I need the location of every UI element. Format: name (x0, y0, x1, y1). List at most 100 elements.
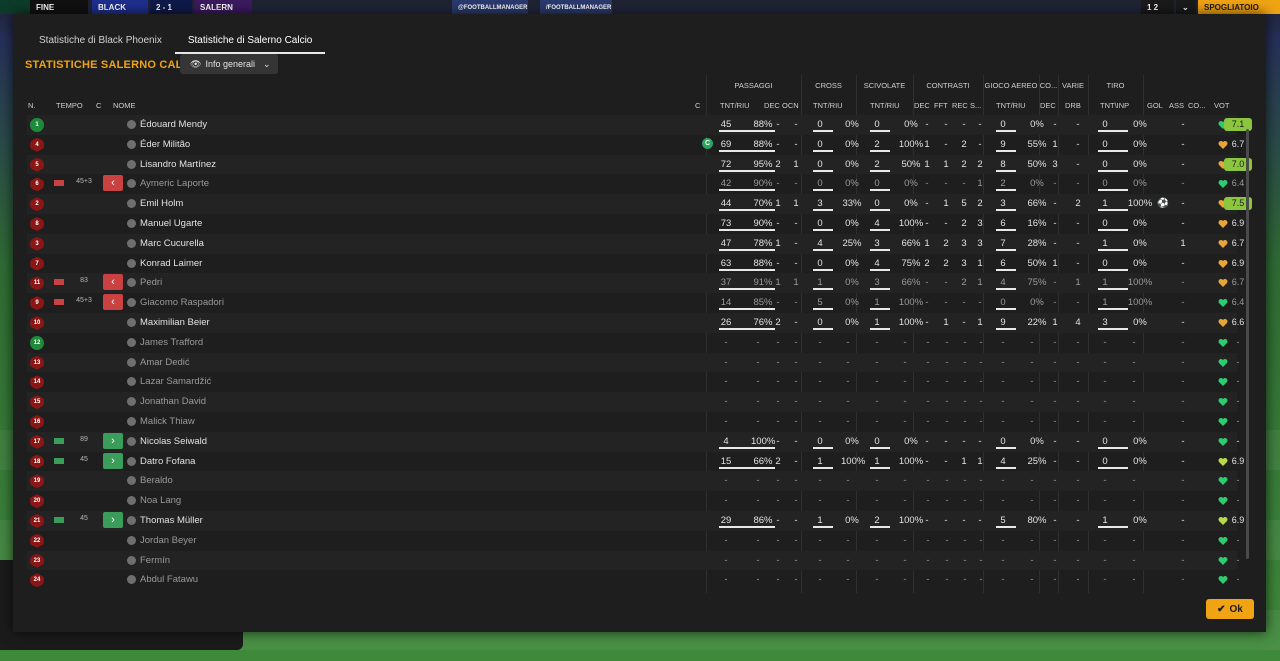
player-icon (127, 238, 136, 248)
table-row[interactable]: 24 Abdul Fatawu - - - - - - - - - - - - - - - - - - - - (27, 570, 1240, 590)
empty-stat: - (1132, 356, 1136, 368)
sub-out-button[interactable]: ‹ (103, 294, 123, 311)
table-row[interactable]: 10 Maximilian Beier 26 76% 2-0 0% 1 100% -1-1 9 22… (27, 312, 1244, 333)
player-name[interactable]: Aymeric Laporte (140, 178, 209, 189)
player-name[interactable]: Giacomo Raspadori (140, 297, 224, 308)
sub-in-button[interactable]: › (103, 432, 123, 449)
tackle-attempts: 0 (874, 435, 880, 447)
table-row[interactable]: 16 Malick Thiaw - - - - - - - - - - - - - - - - - - - - (27, 412, 1240, 432)
table-row[interactable]: 1 Édouard Mendy 45 88% - -0 0% 0 0% - - - -0 0% - -0 0% -… (27, 115, 1252, 135)
player-name[interactable]: Emil Holm (140, 198, 183, 209)
sub-in-button[interactable]: › (103, 511, 123, 528)
table-row[interactable]: 6 ‹ 45+3 Aymeric Laporte 42 90% - -0 0% 0 0% - - -1 2 0… (27, 174, 1244, 194)
col-tempo[interactable]: TEMPO (56, 101, 83, 111)
player-name[interactable]: Datro Fofana (140, 456, 195, 467)
col-co-dec[interactable]: DEC (1040, 101, 1056, 111)
col-pass-tnt-riu[interactable]: TNT/RIU (720, 101, 750, 111)
player-name[interactable]: Amar Dedić (140, 357, 190, 368)
table-row[interactable]: 12 James Trafford - - - - - - - - - - - - - - - - - - - - (27, 333, 1240, 353)
col-vot[interactable]: VOT (1214, 101, 1229, 111)
player-name[interactable]: Lazar Samardžić (140, 376, 211, 387)
col-gol[interactable]: GOL (1147, 101, 1163, 111)
ok-button[interactable]: ✔ Ok (1206, 599, 1254, 619)
sub-out-button[interactable]: ‹ (103, 175, 123, 192)
table-row[interactable]: 13 Amar Dedić - - - - - - - - - - - - - - - - - - - - (27, 352, 1240, 373)
table-row[interactable]: 5 Lisandro Martínez 72 95% 2 1 0 0% 2 50% 1 1 2 2 8 50%… (27, 154, 1252, 175)
col-nome[interactable]: NOME (113, 101, 136, 111)
table-row[interactable]: 9 ‹ 45+3 Giacomo Raspadori 14 85% - -5 0% 1 100% - -… (27, 293, 1244, 313)
player-name[interactable]: Konrad Laimer (140, 258, 202, 269)
table-row[interactable]: 7 Konrad Laimer 63 88% - -0 0% 4 75% 2 2 3 1 6 50% 1-0 0… (27, 254, 1244, 274)
player-name[interactable]: Manuel Ugarte (140, 218, 202, 229)
col-ass[interactable]: ASS (1169, 101, 1184, 111)
col-aer-tnt-riu[interactable]: TNT/RIU (996, 101, 1026, 111)
stat-underline (1098, 327, 1128, 330)
col-tiro-tnt-inp[interactable]: TNT\INP (1100, 101, 1129, 111)
col-drb[interactable]: DRB (1065, 101, 1081, 111)
player-name[interactable]: Malick Thiaw (140, 416, 195, 427)
player-name[interactable]: Marc Cucurella (140, 238, 204, 249)
col-pass-ocn[interactable]: OCN (782, 101, 799, 111)
player-name[interactable]: Pedri (140, 277, 162, 288)
table-row[interactable]: 18 › 45 Datro Fofana 15 66% 2-1 100% 1 100% - -1 1 4 2… (27, 452, 1244, 472)
player-name[interactable]: Jonathan David (140, 396, 206, 407)
table-row[interactable]: 17 › 89 Nicolas Seiwald 4 100% - -0 0% 0 0% - - - -0 0%… (27, 431, 1240, 452)
table-row[interactable]: 15 Jonathan David - - - - - - - - - - - - - - - - - - - - (27, 392, 1240, 412)
empty-stat: - (903, 336, 907, 348)
player-name[interactable]: Noa Lang (140, 495, 181, 506)
table-row[interactable]: 8 Manuel Ugarte 73 90% - -0 0% 4 100% - -2 3 6 16% - -0… (27, 214, 1244, 234)
col-captain[interactable]: C (695, 101, 700, 111)
player-name[interactable]: Lisandro Martínez (140, 159, 216, 170)
table-row[interactable]: 23 Fermín - - - - - - - - - - - - - - - - - - - - (27, 550, 1240, 571)
sub-in-button[interactable]: › (103, 452, 123, 469)
table-row[interactable]: 4 Éder Militão C 69 88% - -0 0% 2 100% 1-2-9 55% 1-0… (27, 135, 1244, 155)
col-c[interactable]: C (96, 101, 101, 111)
scrollbar[interactable] (1246, 129, 1249, 559)
player-name[interactable]: Abdul Fatawu (140, 574, 198, 585)
col-condizione[interactable]: CO... (1188, 101, 1206, 111)
player-name[interactable]: Éder Militão (140, 139, 190, 150)
stat-underline (1098, 189, 1128, 192)
sub-out-button[interactable]: ‹ (103, 274, 123, 291)
col-con-dec[interactable]: DEC (914, 101, 930, 111)
player-name[interactable]: Édouard Mendy (140, 119, 207, 130)
table-row[interactable]: 3 Marc Cucurella 47 78% 1-4 25% 3 66% 1 2 3 3 7 28% - -… (27, 233, 1244, 254)
col-pass-dec[interactable]: DEC (764, 101, 780, 111)
empty-stat: - (1030, 534, 1034, 546)
player-name[interactable]: Fermín (140, 555, 170, 566)
empty-stat: - (724, 336, 728, 348)
table-row[interactable]: 14 Lazar Samardžić - - - - - - - - - - - - - - - - - - - - (27, 372, 1240, 392)
tab-salerno-calcio[interactable]: Statistiche di Salerno Calcio (174, 26, 326, 54)
stat-underline (870, 209, 890, 212)
col-con-s[interactable]: S... (970, 101, 981, 111)
empty-stat: - (926, 534, 930, 546)
player-name[interactable]: James Trafford (140, 337, 203, 348)
player-name[interactable]: Nicolas Seiwald (140, 436, 207, 447)
view-select[interactable]: 👁 Info generali ⌄ (180, 54, 278, 74)
table-row[interactable]: 11 ‹ 83 Pedri 37 91% 1 1 1 0% 3 66% - -2 1 4 75% -1 1 100% -… (27, 273, 1244, 294)
player-name[interactable]: Beraldo (140, 475, 173, 486)
player-name[interactable]: Thomas Müller (140, 515, 203, 526)
dressing-room-button[interactable]: SPOGLIATOIO (1198, 0, 1280, 14)
shirt-number: 3 (30, 236, 44, 251)
tackle-attempts: 1 (874, 316, 880, 328)
col-cross-tnt-riu[interactable]: TNT/RIU (813, 101, 843, 111)
col-n[interactable]: N. (28, 101, 36, 111)
table-row[interactable]: 22 Jordan Beyer - - - - - - - - - - - - - - - - - - - - (27, 531, 1240, 551)
shirt-number: 7 (30, 256, 44, 271)
empty-stat: - (1076, 554, 1080, 566)
tab-black-phoenix[interactable]: Statistiche di Black Phoenix (26, 26, 175, 54)
player-name[interactable]: Jordan Beyer (140, 535, 197, 546)
table-row[interactable]: 2 Emil Holm 44 70% 1 1 3 33% 0 0% -1 5 2 3 66% -2 1 100% ⚽… (27, 194, 1252, 214)
table-row[interactable]: 21 › 45 Thomas Müller 29 86% - -1 0% 2 100% - - - -5 80… (27, 510, 1244, 531)
col-sci-tnt-riu[interactable]: TNT/RIU (870, 101, 900, 111)
col-con-fft[interactable]: FFT (934, 101, 948, 111)
table-row[interactable]: 19 Beraldo - - - - - - - - - - - - - - - - - - - - (27, 471, 1240, 492)
col-con-rec[interactable]: REC (952, 101, 968, 111)
table-row[interactable]: 20 Noa Lang - - - - - - - - - - - - - - - - - - - - (27, 491, 1240, 511)
chevron-down-icon[interactable]: ⌄ (1176, 0, 1196, 14)
shirt-number: 18 (30, 454, 44, 469)
stat-underline (719, 288, 775, 291)
player-name[interactable]: Maximilian Beier (140, 317, 210, 328)
shots: 1 (1102, 277, 1108, 289)
